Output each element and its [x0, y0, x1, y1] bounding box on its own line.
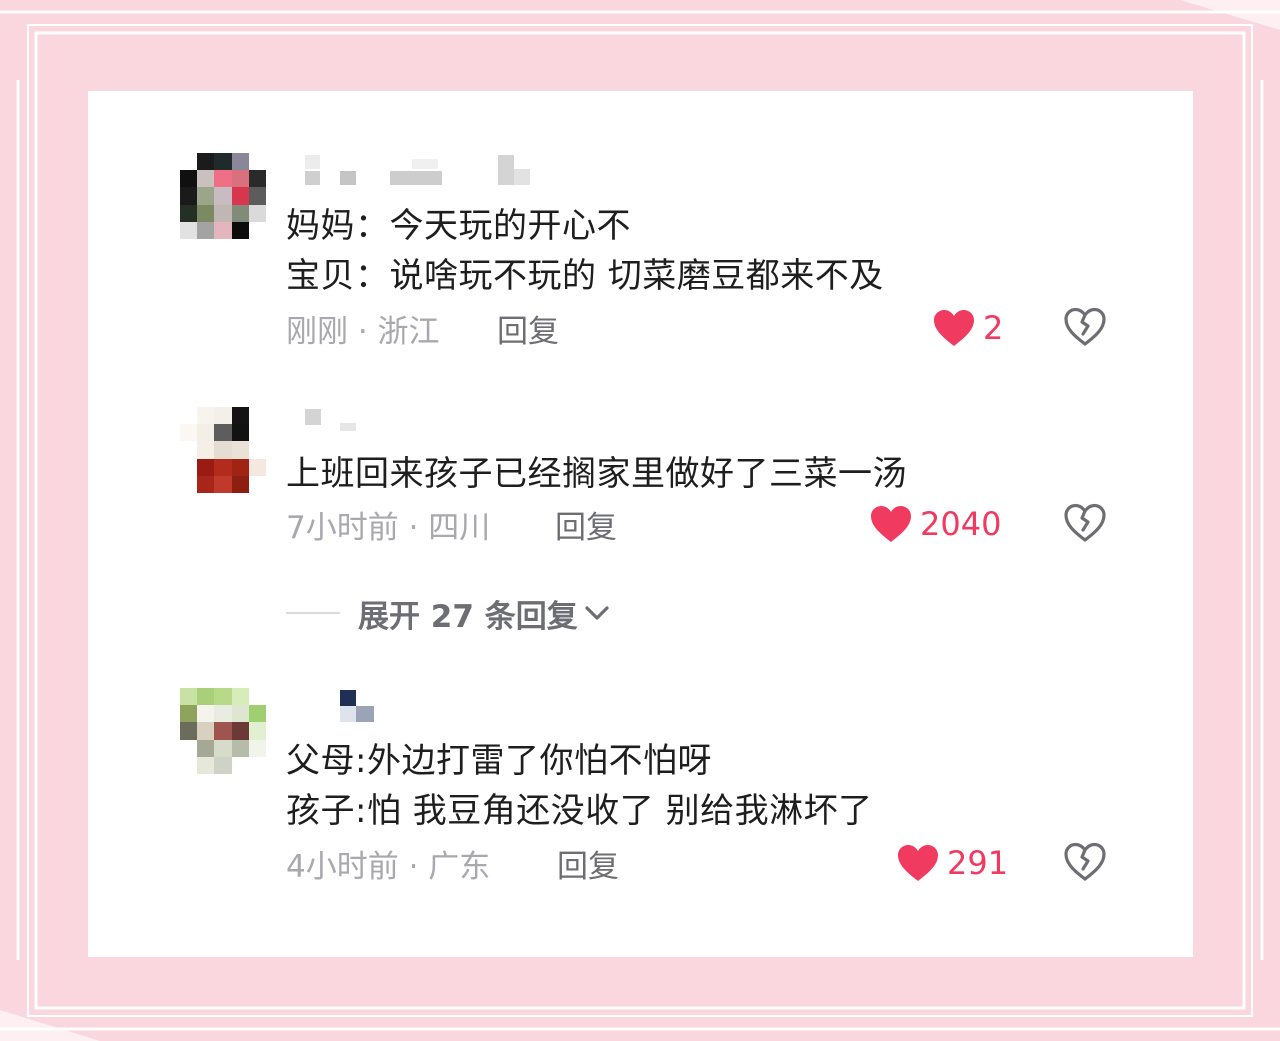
comment-text: 上班回来孩子已经搁家里做好了三菜一汤 — [286, 454, 907, 494]
like-count: 291 — [947, 844, 1009, 882]
like-button[interactable]: 2 — [933, 308, 1003, 348]
broken-heart-icon[interactable] — [1063, 503, 1107, 543]
like-count: 2040 — [920, 505, 1002, 543]
reply-button[interactable]: 回复 — [555, 502, 617, 547]
comment-text: 宝贝：说啥玩不玩的 切菜磨豆都来不及 — [286, 256, 884, 296]
comments-panel: 妈妈：今天玩的开心不 宝贝：说啥玩不玩的 切菜磨豆都来不及 刚刚 · 浙江 回复… — [88, 91, 1193, 957]
comment-text: 妈妈：今天玩的开心不 — [286, 206, 631, 246]
avatar[interactable] — [180, 407, 266, 493]
comment-text: 父母:外边打雷了你怕不怕呀 — [286, 741, 712, 781]
avatar[interactable] — [180, 688, 266, 774]
like-count: 2 — [983, 309, 1004, 347]
heart-filled-icon — [934, 310, 974, 346]
comment-meta: 刚刚 · 浙江 — [286, 314, 440, 350]
comment-meta: 4小时前 · 广东 — [286, 849, 491, 885]
avatar[interactable] — [180, 153, 266, 239]
broken-heart-icon[interactable] — [1063, 307, 1107, 347]
username-pixelated[interactable] — [288, 688, 548, 724]
expand-replies-label: 展开 27 条回复 — [358, 598, 578, 635]
like-button[interactable]: 291 — [897, 843, 1008, 883]
broken-heart-icon[interactable] — [1063, 842, 1107, 882]
expand-replies-button[interactable]: 展开 27 条回复 — [286, 593, 612, 635]
username-pixelated[interactable] — [288, 153, 548, 189]
like-button[interactable]: 2040 — [870, 504, 1001, 544]
comment-text: 孩子:怕 我豆角还没收了 别给我淋坏了 — [286, 791, 873, 831]
reply-button[interactable]: 回复 — [557, 841, 619, 886]
heart-filled-icon — [871, 506, 911, 542]
heart-filled-icon — [898, 845, 938, 881]
divider — [286, 612, 340, 614]
reply-button[interactable]: 回复 — [497, 306, 559, 351]
chevron-down-icon — [585, 606, 609, 620]
username-pixelated[interactable] — [288, 407, 548, 443]
comment-meta: 7小时前 · 四川 — [286, 510, 491, 546]
